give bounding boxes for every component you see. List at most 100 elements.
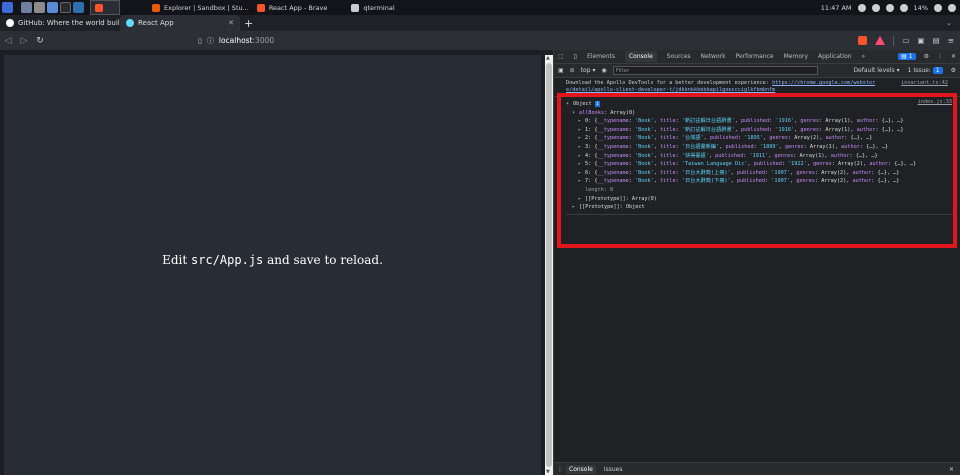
react-icon	[126, 19, 134, 27]
prototype-array-row[interactable]: ▸ [[Prototype]]: Array(0)	[566, 195, 956, 204]
forward-button[interactable]: ▷	[16, 36, 32, 46]
brave-shields-icon[interactable]	[858, 36, 868, 45]
tab-application[interactable]: Application	[818, 53, 852, 60]
expand-icon[interactable]: ▸	[578, 152, 585, 161]
list-item[interactable]: ▸ 5: {__typename: 'Book', title: 'Taiwan …	[566, 160, 956, 169]
expand-icon[interactable]: ▸	[578, 126, 585, 135]
issues-button[interactable]: 1 Issue: 1	[908, 67, 943, 74]
sidebar-toggle-icon[interactable]: ▣	[558, 67, 564, 74]
reload-button[interactable]: ↻	[32, 36, 48, 46]
console-settings-icon[interactable]: ⚙	[951, 67, 956, 74]
object-root[interactable]: ▾ Object i	[566, 100, 956, 109]
filter-input[interactable]: Filter	[612, 66, 818, 75]
allbooks-row[interactable]: ▾ allBooks: Array(8)	[566, 109, 956, 118]
kebab-menu-icon[interactable]: ⋮	[557, 466, 563, 473]
chevron-down-icon[interactable]: ⌄	[946, 19, 952, 27]
list-item[interactable]: ▸ 7: {__typename: 'Book', title: '日台大辭典(下…	[566, 177, 956, 186]
tab-elements[interactable]: Elements	[587, 53, 615, 60]
sidebar-icon[interactable]: ▭	[902, 36, 909, 45]
device-toolbar-icon[interactable]: ▯	[574, 53, 577, 60]
file-manager-icon[interactable]	[34, 2, 45, 13]
inspect-element-icon[interactable]: ⬚	[558, 53, 564, 60]
list-item[interactable]: ▸ 6: {__typename: 'Book', title: '日台大辭典(上…	[566, 169, 956, 178]
wallet-icon[interactable]: ▤	[933, 36, 940, 45]
kali-menu-icon[interactable]	[2, 2, 13, 13]
collapse-icon[interactable]: ▾	[566, 100, 573, 109]
eye-icon[interactable]: ◉	[601, 67, 606, 74]
new-tab-button[interactable]: +	[244, 17, 253, 30]
devtools-panel: ⬚ ▯ Elements Console Sources Network Per…	[553, 50, 960, 475]
network-icon[interactable]	[899, 3, 908, 12]
prompt-line[interactable]	[566, 213, 956, 218]
tab-label: GitHub: Where the world buil	[18, 19, 120, 27]
brave-rewards-icon[interactable]	[875, 36, 886, 45]
list-item[interactable]: ▸ 0: {__typename: 'Book', title: '新訂註解日台語…	[566, 117, 956, 126]
tab-react-app[interactable]: React App ✕	[120, 15, 240, 31]
collapse-icon[interactable]: ▾	[572, 109, 579, 118]
expand-icon[interactable]: ▸	[578, 117, 585, 126]
clear-console-icon[interactable]: ⊘	[570, 67, 575, 74]
page-scrollbar[interactable]: ▲ ▼	[545, 55, 553, 475]
expand-icon[interactable]: ▸	[578, 143, 585, 152]
desktop-icon[interactable]	[21, 2, 32, 13]
close-tab-icon[interactable]: ✕	[228, 19, 234, 27]
expand-icon[interactable]: ▸	[578, 195, 585, 204]
tab-memory[interactable]: Memory	[784, 53, 808, 60]
list-item[interactable]: ▸ 4: {__typename: 'Book', title: '快得臺語', …	[566, 152, 956, 161]
taskbar-app-explorer[interactable]: Explorer | Sandbox | Stu...	[148, 0, 253, 15]
expand-icon[interactable]: ▸	[578, 134, 585, 143]
gear-icon[interactable]: ⚙	[924, 53, 929, 60]
tab-network[interactable]: Network	[701, 53, 726, 60]
site-info-icon[interactable]: ⓘ	[207, 36, 214, 46]
tab-console[interactable]: Console	[624, 51, 657, 62]
url-field[interactable]: ▯ ⓘ localhost:3000	[198, 36, 274, 46]
tab-performance[interactable]: Performance	[736, 53, 774, 60]
editor-launcher-icon[interactable]	[73, 2, 84, 13]
more-tabs-button[interactable]: »	[862, 53, 866, 60]
taskbar-app-brave[interactable]	[90, 0, 120, 15]
menu-icon[interactable]: ≡	[948, 36, 954, 45]
scroll-thumb[interactable]	[546, 63, 552, 467]
source-link[interactable]: invariant.ts:42	[901, 80, 948, 87]
messages-badge[interactable]: ▤ 1	[898, 53, 916, 60]
expand-icon[interactable]: ▸	[578, 160, 585, 169]
kebab-menu-icon[interactable]: ⋮	[937, 53, 943, 60]
tab-sources[interactable]: Sources	[667, 53, 691, 60]
close-icon[interactable]: ✕	[951, 53, 956, 60]
taskbar-app-react[interactable]: React App - Brave	[253, 0, 332, 15]
drawer-tab-issues[interactable]: Issues	[604, 466, 623, 473]
devtools-tabs: ⬚ ▯ Elements Console Sources Network Per…	[554, 50, 960, 64]
drawer-tabs: ⋮ Console Issues ✕	[554, 462, 960, 475]
scroll-up-icon[interactable]: ▲	[546, 55, 550, 61]
drawer-tab-console[interactable]: Console	[566, 464, 596, 474]
close-drawer-icon[interactable]: ✕	[949, 466, 960, 473]
source-link[interactable]: index.js:33	[918, 98, 952, 107]
scroll-down-icon[interactable]: ▼	[546, 469, 550, 475]
apollo-link[interactable]: https://chrome.google.com/webstor	[772, 80, 875, 86]
levels-select[interactable]: Default levels ▾	[853, 67, 899, 74]
prototype-object-row[interactable]: ▸ [[Prototype]]: Object	[566, 203, 956, 212]
list-item[interactable]: ▸ 3: {__typename: 'Book', title: '日台語彙新編'…	[566, 143, 956, 152]
expand-icon[interactable]: ▸	[572, 203, 579, 212]
list-item[interactable]: ▸ 2: {__typename: 'Book', title: '台灣語', p…	[566, 134, 956, 143]
taskbar-app-qterminal[interactable]: qterminal	[347, 0, 398, 15]
volume-icon[interactable]	[885, 3, 894, 12]
back-button[interactable]: ◁	[0, 36, 16, 46]
expand-icon[interactable]: ▸	[578, 177, 585, 186]
bookmark-icon[interactable]: ▯	[198, 37, 202, 45]
clock[interactable]: 11:47 AM	[821, 4, 852, 12]
apollo-link-cont[interactable]: e/detail/apollo-client-developer-t/jdkkn…	[566, 87, 775, 93]
bell-icon[interactable]	[871, 3, 880, 12]
battery-level[interactable]: 14%	[914, 4, 928, 12]
expand-icon[interactable]: ▸	[578, 169, 585, 178]
tab-label: React App	[138, 19, 174, 27]
list-item[interactable]: ▸ 1: {__typename: 'Book', title: '新訂註解日台語…	[566, 126, 956, 135]
tab-github[interactable]: GitHub: Where the world buil	[0, 15, 120, 31]
lock-icon[interactable]	[934, 3, 942, 12]
context-select[interactable]: top ▾	[581, 67, 596, 74]
terminal-launcher-icon[interactable]	[60, 2, 71, 13]
mail-icon[interactable]	[857, 3, 866, 12]
power-icon[interactable]	[948, 3, 956, 12]
browser-launcher-icon[interactable]	[47, 2, 58, 13]
extensions-icon[interactable]: ▣	[918, 36, 925, 45]
